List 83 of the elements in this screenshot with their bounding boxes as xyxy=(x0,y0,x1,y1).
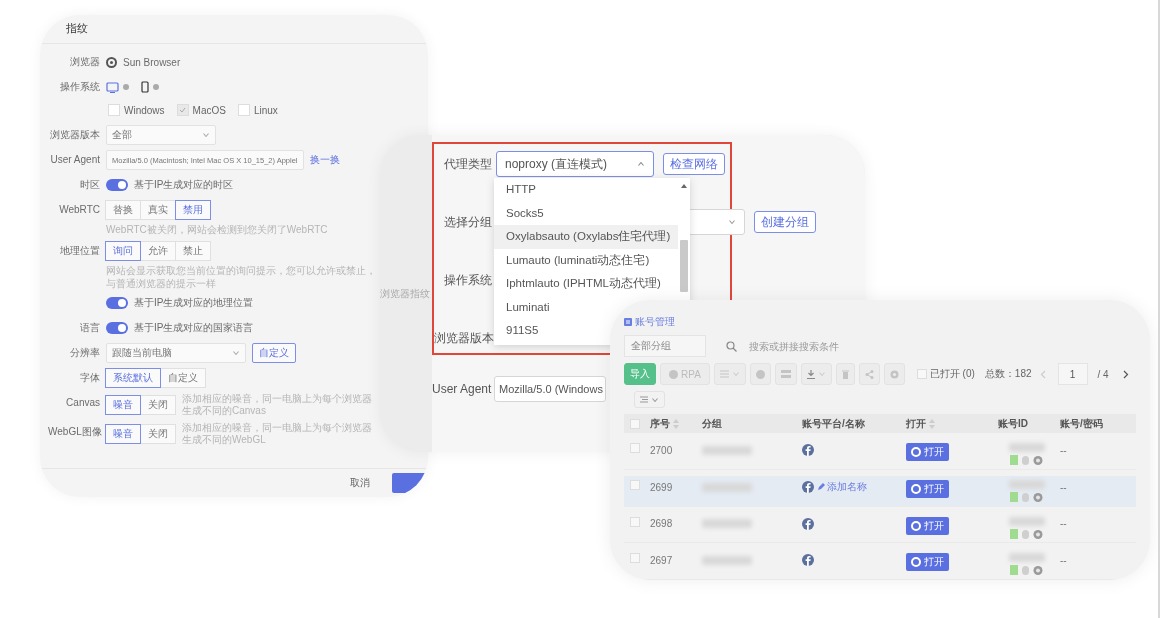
row-number: 2699 xyxy=(650,481,673,493)
column-header[interactable]: 序号 xyxy=(650,416,670,431)
row-number: 2700 xyxy=(650,444,673,456)
field-label: 操作系统 xyxy=(59,80,100,94)
checkbox-label: Linux xyxy=(253,104,278,116)
field-label: 浏览器 xyxy=(69,55,100,69)
table-row[interactable]: 2698 打开 -- xyxy=(624,512,1136,544)
group-select[interactable]: 全部分组 xyxy=(624,335,706,357)
dropdown-option[interactable]: HTTP xyxy=(494,178,545,202)
add-name-link[interactable]: 添加名称 xyxy=(817,480,867,495)
browser-name: Sun Browser xyxy=(123,56,181,68)
segment-button[interactable]: 噪音 xyxy=(105,395,141,415)
table-row[interactable]: 2697 打开 -- xyxy=(624,549,1136,580)
open-button[interactable]: 打开 xyxy=(906,480,949,499)
row-number: 2698 xyxy=(650,518,673,530)
table-cell: -- xyxy=(1060,481,1067,493)
checkbox-label: MacOS xyxy=(192,104,226,116)
toggle-label: 基于IP生成对应的国家语言 xyxy=(134,321,254,335)
segment-button[interactable]: 询问 xyxy=(105,241,141,261)
field-label: 浏览器版本 xyxy=(49,128,100,142)
open-button[interactable]: 打开 xyxy=(906,516,949,535)
field-label: 分辨率 xyxy=(69,346,100,360)
open-button[interactable]: 打开 xyxy=(906,443,949,462)
segment-button[interactable]: 禁止 xyxy=(175,241,211,261)
table-cell: -- xyxy=(1060,444,1067,456)
segment-button[interactable]: 允许 xyxy=(140,241,176,261)
cancel-button[interactable]: 取消 xyxy=(350,476,370,490)
check-network-button[interactable]: 检查网络 xyxy=(663,153,725,175)
field-label: 操作系统 xyxy=(443,271,492,289)
field-label: 代理类型 xyxy=(443,155,492,173)
column-header: 分组 xyxy=(702,416,722,431)
field-label: 浏览器版本 xyxy=(434,329,492,347)
table-cell: -- xyxy=(1060,518,1067,530)
page-input[interactable]: 1 xyxy=(1057,363,1088,385)
dropdown-option[interactable]: Luminati xyxy=(494,295,558,319)
field-label: 语言 xyxy=(79,321,100,335)
select-field[interactable]: 全部 xyxy=(106,125,216,145)
select-field[interactable]: 跟随当前电脑 xyxy=(106,343,246,363)
toggle-label: 基于IP生成对应的地理位置 xyxy=(134,296,254,310)
table-row[interactable]: 2700 打开 -- xyxy=(624,439,1136,471)
field-label: 选择分组 xyxy=(443,213,492,231)
dropdown-option[interactable]: Socks5 xyxy=(494,201,552,225)
segment-button[interactable]: 关闭 xyxy=(140,395,176,415)
column-header: 账号平台/名称 xyxy=(802,416,865,431)
user-agent-field[interactable]: Mozilla/5.0 (Windows xyxy=(494,376,606,402)
segment-button[interactable]: 系统默认 xyxy=(105,368,161,388)
column-header: 账号/密码 xyxy=(1060,416,1103,431)
column-header: 账号ID xyxy=(998,416,1028,431)
field-label: 字体 xyxy=(79,371,100,385)
segment-button[interactable]: 真实 xyxy=(140,200,176,220)
dropdown-option[interactable]: Lumauto (luminati动态住宅) xyxy=(494,248,658,272)
dropdown-option[interactable]: 911S5 xyxy=(494,319,547,343)
panel-title: 指纹 xyxy=(66,21,88,36)
select-field[interactable]: noproxy (直连模式) xyxy=(496,151,654,177)
change-link[interactable]: 换一换 xyxy=(309,153,340,167)
segment-button[interactable]: 噪音 xyxy=(105,424,141,444)
dropdown-option[interactable]: Oxylabsauto (Oxylabs住宅代理) xyxy=(494,225,678,249)
custom-button[interactable]: 自定义 xyxy=(252,343,296,363)
checkbox-label: 已打开 (0) xyxy=(929,367,975,381)
dropdown-option[interactable]: Iphtmlauto (IPHTML动态代理) xyxy=(494,272,669,296)
segment-button[interactable]: 替换 xyxy=(105,200,141,220)
toggle-label: 基于IP生成对应的时区 xyxy=(134,178,234,192)
table-cell: -- xyxy=(1060,554,1067,566)
field-label: WebGL图像 xyxy=(48,425,100,439)
field-label: Canvas xyxy=(65,396,100,410)
table-row[interactable]: 2699 添加名称 打开 -- xyxy=(624,476,1136,507)
field-label: User Agent xyxy=(432,382,490,396)
search-field[interactable]: 搜索或拼接搜索条件 xyxy=(749,336,1130,356)
page-count: / 4 xyxy=(1097,368,1109,380)
field-label: User Agent xyxy=(49,153,100,167)
total-count: 总数：182 xyxy=(984,367,1032,381)
open-button[interactable]: 打开 xyxy=(906,553,949,572)
field-label: WebRTC xyxy=(58,203,100,217)
create-group-button[interactable]: 创建分组 xyxy=(754,211,816,233)
field-label: 地理位置 xyxy=(59,244,100,258)
row-number: 2697 xyxy=(650,554,673,566)
segment-button[interactable]: 关闭 xyxy=(140,424,176,444)
segment-button[interactable]: 禁用 xyxy=(175,200,211,220)
field-label: 时区 xyxy=(79,178,100,192)
checkbox-label: Windows xyxy=(124,104,165,116)
column-header[interactable]: 打开 xyxy=(906,416,926,431)
segment-button[interactable]: 自定义 xyxy=(160,368,206,388)
panel-title: 账号管理 xyxy=(635,315,675,329)
